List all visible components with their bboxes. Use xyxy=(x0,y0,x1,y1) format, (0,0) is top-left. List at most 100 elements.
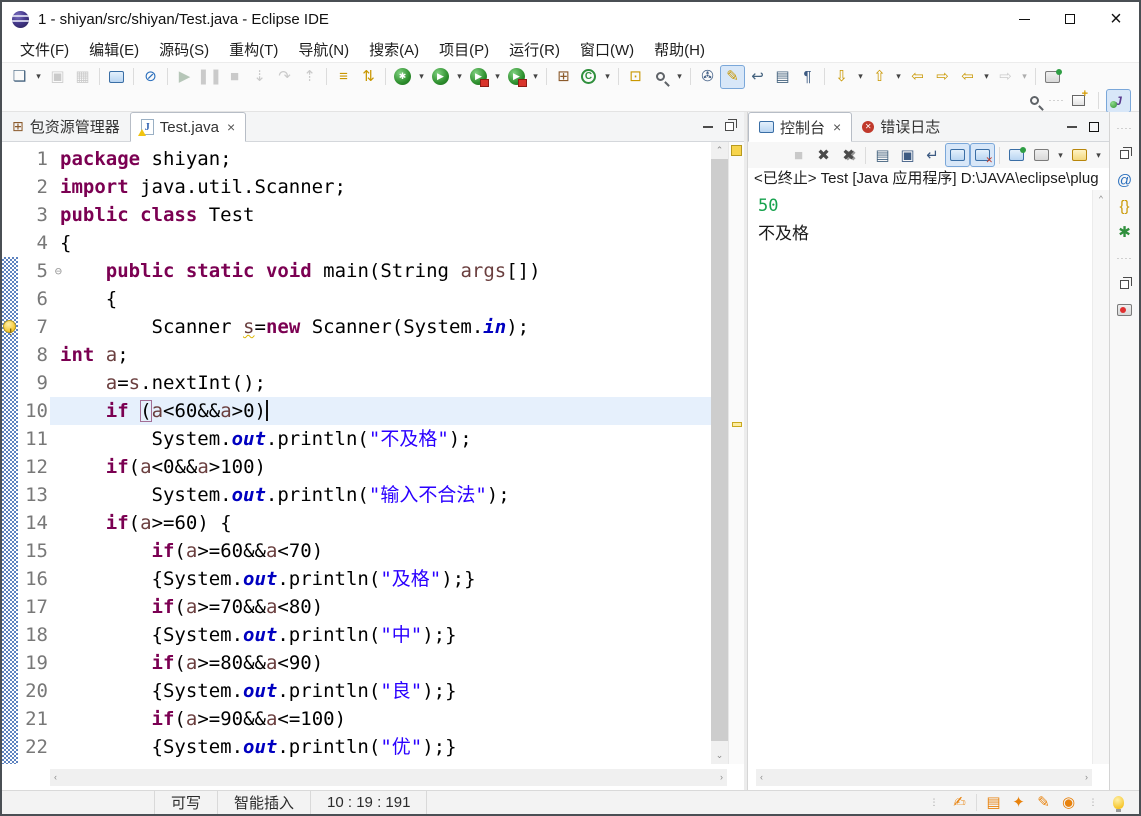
last-edit-forward-icon[interactable]: ⇨ xyxy=(930,65,955,89)
last-edit-back-icon[interactable]: ⇦ xyxy=(905,65,930,89)
mark-occurrences-icon[interactable]: ✎ xyxy=(720,64,745,89)
overview-ruler[interactable] xyxy=(728,142,744,764)
tab-package-explorer[interactable]: ⊞ 包资源管理器 xyxy=(2,112,130,141)
tab-console[interactable]: 控制台 × xyxy=(748,112,853,142)
clear-console-icon[interactable]: ▤ xyxy=(870,143,895,167)
javadoc-view-icon[interactable]: @ xyxy=(1112,167,1137,193)
code-line[interactable]: 21 if(a>=90&&a<=100) xyxy=(2,705,711,733)
code-line[interactable]: 16 {System.out.println("及格");} xyxy=(2,565,711,593)
code-line[interactable]: 8 int a; xyxy=(2,341,711,369)
write-tip-icon[interactable]: ✍ xyxy=(947,791,972,815)
code-line[interactable]: 10 if (a<60&&a>0) xyxy=(2,397,711,425)
debug-view-icon[interactable]: ✱ xyxy=(1112,219,1137,245)
code-lines[interactable]: 1 package shiyan; 2 import java.util.Scanne… xyxy=(2,142,711,764)
code-line[interactable]: 4{ xyxy=(2,229,711,257)
show-stderr-when-changed-icon[interactable] xyxy=(970,143,995,167)
remove-all-terminated-icon[interactable]: ✖ xyxy=(836,143,861,167)
restore-view-icon[interactable] xyxy=(1112,271,1137,297)
scroll-right-icon[interactable]: › xyxy=(1085,772,1088,782)
code-text[interactable]: {System.out.println("优");} xyxy=(50,733,711,761)
warning-lightbulb-icon[interactable] xyxy=(3,319,16,347)
maximize-button[interactable] xyxy=(1047,2,1093,36)
open-console-view-icon[interactable] xyxy=(104,65,129,89)
new-class-dropdown-icon[interactable]: ▾ xyxy=(601,65,614,89)
code-text[interactable]: Scanner s=new Scanner(System.in); xyxy=(50,313,711,341)
code-line[interactable]: 18 {System.out.println("中");} xyxy=(2,621,711,649)
close-tab-icon[interactable]: × xyxy=(227,119,235,135)
step-over-icon[interactable]: ↷ xyxy=(272,65,297,89)
learn-icon[interactable]: ✦ xyxy=(1006,791,1031,815)
editor-horizontal-scrollbar[interactable]: ‹ › xyxy=(50,768,727,786)
coverage-dropdown-icon[interactable]: ▾ xyxy=(491,65,504,89)
search-dropdown-icon[interactable]: ▾ xyxy=(673,65,686,89)
run-dropdown-icon[interactable]: ▾ xyxy=(453,65,466,89)
menu-item[interactable]: 源码(S) xyxy=(149,37,219,62)
code-text[interactable]: System.out.println("不及格"); xyxy=(50,425,711,453)
code-text[interactable]: if (a<60&&a>0) xyxy=(50,397,711,425)
menu-item[interactable]: 窗口(W) xyxy=(570,37,644,62)
block-selection-icon[interactable]: ▤ xyxy=(770,65,795,89)
code-line[interactable]: 2 import java.util.Scanner; xyxy=(2,173,711,201)
skip-all-breakpoints-icon[interactable]: ⊘ xyxy=(138,65,163,89)
menu-item[interactable]: 编辑(E) xyxy=(79,37,149,62)
code-text[interactable]: package shiyan; xyxy=(50,145,711,173)
maximize-view-icon[interactable] xyxy=(1089,121,1099,132)
minimize-view-icon[interactable] xyxy=(1067,125,1077,128)
declaration-view-icon[interactable]: {} xyxy=(1112,193,1137,219)
search-torch-icon[interactable] xyxy=(648,65,673,89)
step-return-icon[interactable]: ⇡ xyxy=(297,65,322,89)
pin-console-icon[interactable] xyxy=(1004,143,1029,167)
tips-lightbulb-icon[interactable] xyxy=(1106,791,1131,815)
code-line[interactable]: 19 if(a>=80&&a<90) xyxy=(2,649,711,677)
maximize-view-icon[interactable] xyxy=(725,119,737,131)
tab-error-log[interactable]: ✕ 错误日志 xyxy=(852,112,950,141)
open-perspective-icon[interactable] xyxy=(1066,89,1091,113)
customize-pencil-icon[interactable]: ✎ xyxy=(1031,791,1056,815)
code-text[interactable]: import java.util.Scanner; xyxy=(50,173,711,201)
back-icon[interactable]: ⇦ xyxy=(955,65,980,89)
code-text[interactable]: { xyxy=(50,229,711,257)
scroll-down-icon[interactable]: ⌄ xyxy=(711,747,728,764)
code-text[interactable]: if(a<0&&a>100) xyxy=(50,453,711,481)
fold-collapse-icon[interactable]: ⊖ xyxy=(55,257,62,285)
menu-item[interactable]: 搜索(A) xyxy=(359,37,429,62)
scroll-lock-icon[interactable]: ▣ xyxy=(895,143,920,167)
step-into-icon[interactable]: ⇣ xyxy=(247,65,272,89)
menu-item[interactable]: 帮助(H) xyxy=(644,37,715,62)
scroll-up-icon[interactable]: ⌃ xyxy=(1093,190,1109,210)
debug-dropdown-icon[interactable]: ▾ xyxy=(415,65,428,89)
scroll-left-icon[interactable]: ‹ xyxy=(54,772,57,782)
use-step-filters-icon[interactable]: ≡ xyxy=(331,65,356,89)
next-edit-location-icon[interactable]: ⇩ xyxy=(829,65,854,89)
close-tab-icon[interactable]: × xyxy=(833,119,841,135)
code-line[interactable]: 1 package shiyan; xyxy=(2,145,711,173)
console-output[interactable]: 50 不及格 ⌃ xyxy=(748,190,1109,764)
show-stdout-when-changed-icon[interactable] xyxy=(945,143,970,167)
save-all-icon[interactable]: ▦ xyxy=(70,65,95,89)
new-wizard-icon[interactable]: ❏ xyxy=(7,65,32,89)
save-icon[interactable]: ▣ xyxy=(45,65,70,89)
code-text[interactable]: {System.out.println("及格");} xyxy=(50,565,711,593)
tab-test-java[interactable]: J Test.java × xyxy=(129,112,247,142)
new-java-class-icon[interactable]: C xyxy=(576,65,601,89)
scrollbar-thumb[interactable] xyxy=(711,159,728,741)
console-vertical-scrollbar[interactable]: ⌃ xyxy=(1092,190,1109,764)
console-horizontal-scrollbar[interactable]: ‹ › xyxy=(756,768,1092,786)
menu-item[interactable]: 项目(P) xyxy=(429,37,499,62)
open-type-icon[interactable]: ⊡ xyxy=(623,65,648,89)
pin-editor-icon[interactable] xyxy=(1040,65,1065,89)
resume-icon[interactable]: ▶ xyxy=(172,65,197,89)
overview-warning-status-icon[interactable] xyxy=(731,145,742,156)
code-text[interactable]: {System.out.println("中");} xyxy=(50,621,711,649)
scroll-left-icon[interactable]: ‹ xyxy=(760,772,763,782)
code-text[interactable]: { xyxy=(50,285,711,313)
code-text[interactable]: int a; xyxy=(50,341,711,369)
suspend-icon[interactable]: ❚❚ xyxy=(197,65,222,89)
scroll-up-icon[interactable]: ⌃ xyxy=(711,142,728,159)
next-edit-dropdown-icon[interactable]: ▾ xyxy=(854,65,867,89)
word-wrap-icon[interactable]: ↵ xyxy=(920,143,945,167)
coverage-icon[interactable]: ▶ xyxy=(466,65,491,89)
java-perspective-icon[interactable]: J xyxy=(1106,88,1131,113)
editor-vertical-scrollbar[interactable]: ⌃ ⌄ xyxy=(711,142,728,764)
terminate-icon[interactable]: ■ xyxy=(222,65,247,89)
